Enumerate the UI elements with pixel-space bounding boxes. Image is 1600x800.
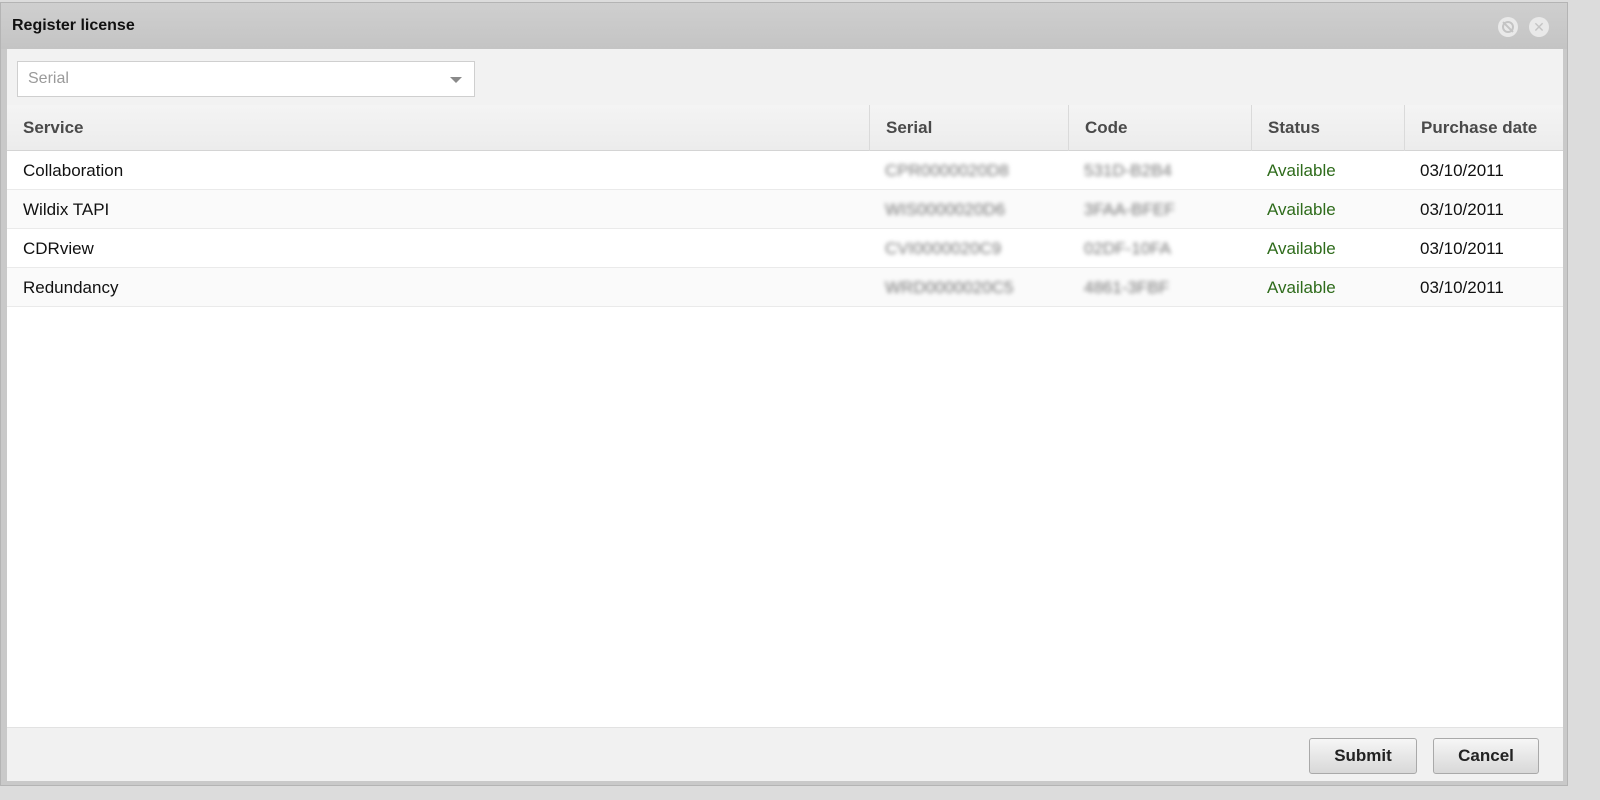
cell-service: Wildix TAPI xyxy=(23,200,110,219)
grid-header: Service Serial Code Status Purchase date xyxy=(7,105,1563,151)
cell-code: 3FAA-BFEF xyxy=(1084,200,1175,219)
serial-filter-value: Serial xyxy=(28,70,69,87)
cell-service: CDRview xyxy=(23,239,94,258)
table-row[interactable]: Redundancy WRD0000020C5 4861-3FBF Availa… xyxy=(7,268,1563,307)
cell-purchase-date: 03/10/2011 xyxy=(1420,278,1504,297)
cell-service: Redundancy xyxy=(23,278,119,297)
chevron-down-icon[interactable] xyxy=(450,77,462,83)
cell-status: Available xyxy=(1267,239,1336,258)
table-row[interactable]: Collaboration CPR0000020D8 531D-B2B4 Ava… xyxy=(7,151,1563,190)
cell-purchase-date: 03/10/2011 xyxy=(1420,239,1504,258)
column-header-serial[interactable]: Serial xyxy=(869,105,1068,151)
close-icon[interactable]: ✕ xyxy=(1529,17,1549,37)
cell-code: 02DF-10FA xyxy=(1084,239,1171,258)
collapse-icon[interactable] xyxy=(1498,17,1518,37)
dialog-title: Register license xyxy=(12,17,135,34)
submit-button[interactable]: Submit xyxy=(1309,738,1417,774)
cell-serial: CPR0000020D8 xyxy=(885,161,1009,180)
cell-code: 4861-3FBF xyxy=(1084,278,1170,297)
table-row[interactable]: CDRview CVI0000020C9 02DF-10FA Available… xyxy=(7,229,1563,268)
cell-code: 531D-B2B4 xyxy=(1084,161,1172,180)
dialog-titlebar[interactable]: Register license ✕ xyxy=(1,3,1567,49)
dialog-body: Serial Service Serial Code Status Purcha… xyxy=(7,49,1563,781)
column-header-purchase-date[interactable]: Purchase date xyxy=(1404,105,1563,151)
cell-serial: WIS0000020D6 xyxy=(885,200,1006,219)
cancel-button[interactable]: Cancel xyxy=(1433,738,1539,774)
cell-status: Available xyxy=(1267,161,1336,180)
column-header-code[interactable]: Code xyxy=(1068,105,1251,151)
cell-serial: WRD0000020C5 xyxy=(885,278,1014,297)
cell-service: Collaboration xyxy=(23,161,124,180)
cell-purchase-date: 03/10/2011 xyxy=(1420,161,1504,180)
cell-status: Available xyxy=(1267,278,1336,297)
cell-serial: CVI0000020C9 xyxy=(885,239,1002,258)
table-row[interactable]: Wildix TAPI WIS0000020D6 3FAA-BFEF Avail… xyxy=(7,190,1563,229)
filter-toolbar: Serial xyxy=(7,49,1563,105)
register-license-dialog: Register license ✕ Serial Service Serial… xyxy=(0,2,1568,786)
cell-status: Available xyxy=(1267,200,1336,219)
dialog-footer: Submit Cancel xyxy=(7,727,1563,781)
license-grid: Service Serial Code Status Purchase date… xyxy=(7,105,1563,307)
column-header-service[interactable]: Service xyxy=(7,105,869,151)
cell-purchase-date: 03/10/2011 xyxy=(1420,200,1504,219)
column-header-status[interactable]: Status xyxy=(1251,105,1404,151)
serial-filter-combo[interactable]: Serial xyxy=(17,61,475,97)
